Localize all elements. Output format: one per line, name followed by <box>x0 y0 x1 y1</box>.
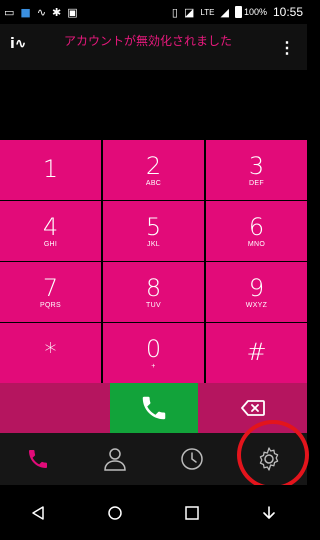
key-digit: 9 <box>248 273 265 302</box>
recents-button[interactable] <box>167 493 217 533</box>
key-9[interactable]: 9 WXYZ <box>206 262 307 322</box>
key-digit: 0 <box>145 334 162 363</box>
key-digit: 4 <box>42 212 59 241</box>
app-logo: i∿ <box>10 36 27 52</box>
phone-icon <box>142 396 166 420</box>
key-digit: 1 <box>42 155 59 183</box>
download-icon <box>262 505 275 519</box>
person-icon <box>104 448 126 471</box>
home-button[interactable] <box>90 493 140 533</box>
key-0[interactable]: 0 + <box>103 323 204 383</box>
key-digit: 2 <box>145 151 162 180</box>
number-display[interactable] <box>0 70 307 140</box>
key-4[interactable]: 4 GHI <box>0 201 101 261</box>
nfc-icon: ◪ <box>183 5 195 19</box>
status-right: ▯ ◪ LTE ◢ 100% 10:55 <box>172 5 303 19</box>
key-5[interactable]: 5 JKL <box>103 201 204 261</box>
sim-icon: ▭ <box>4 5 15 19</box>
recents-icon <box>185 505 199 520</box>
overflow-menu-icon[interactable]: ⋮ <box>279 38 295 58</box>
signal-icon: ◢ <box>220 5 229 19</box>
key-8[interactable]: 8 TUV <box>103 262 204 322</box>
status-bar: ▭ ■ ∿ ✱ ▣ ▯ ◪ LTE ◢ 100% 10:55 <box>0 0 307 24</box>
key-letters: GHI <box>43 240 58 248</box>
status-left: ▭ ■ ∿ ✱ ▣ <box>4 7 78 18</box>
home-icon <box>108 505 122 520</box>
key-hash[interactable]: # <box>206 323 307 383</box>
android-icon: ✱ <box>52 5 62 19</box>
battery-percent: 100% <box>243 7 267 17</box>
tab-dialer[interactable] <box>8 433 68 485</box>
back-icon <box>32 505 45 520</box>
key-letters: WXYZ <box>245 301 268 309</box>
battery-icon <box>234 6 242 18</box>
call-button[interactable] <box>110 383 198 433</box>
action-spacer <box>0 383 110 433</box>
back-button[interactable] <box>13 493 63 533</box>
notification-icon: ■ <box>20 5 31 19</box>
vibrate-icon: ▯ <box>171 5 178 19</box>
key-digit: 3 <box>248 151 265 180</box>
backspace-icon <box>240 400 265 416</box>
highlight-circle <box>237 420 309 490</box>
key-letters: ABC <box>145 179 162 187</box>
system-nav-bar <box>0 485 307 540</box>
key-letters: PQRS <box>39 301 62 309</box>
dial-keypad: 1 2 ABC 3 DEF 4 GHI 5 JKL 6 MNO 7 PQRS 8… <box>0 140 307 383</box>
key-letters: DEF <box>249 179 264 187</box>
key-digit: 5 <box>145 212 162 241</box>
clock-time: 10:55 <box>272 5 303 19</box>
account-status-message: アカウントが無効化されました <box>64 34 233 48</box>
key-star[interactable]: * <box>0 323 101 383</box>
key-letters: JKL <box>147 240 160 248</box>
key-letters: TUV <box>146 301 161 309</box>
key-digit: 8 <box>145 273 162 302</box>
key-digit: 6 <box>248 212 265 241</box>
clock-icon <box>181 448 203 470</box>
key-letters: + <box>151 362 156 370</box>
app-logo-icon: ∿ <box>36 5 47 19</box>
key-1[interactable]: 1 <box>0 140 101 200</box>
app-header: i∿ アカウントが無効化されました ⋮ <box>0 24 307 70</box>
key-digit: * <box>44 338 57 366</box>
key-2[interactable]: 2 ABC <box>103 140 204 200</box>
key-6[interactable]: 6 MNO <box>206 201 307 261</box>
download-button[interactable] <box>244 493 294 533</box>
photo-icon: ▣ <box>67 5 78 19</box>
key-digit: 7 <box>42 273 59 302</box>
tab-contacts[interactable] <box>85 433 145 485</box>
key-letters: MNO <box>247 240 266 248</box>
key-7[interactable]: 7 PQRS <box>0 262 101 322</box>
key-3[interactable]: 3 DEF <box>206 140 307 200</box>
key-digit: # <box>246 338 267 366</box>
lte-label: LTE <box>200 7 215 17</box>
tab-history[interactable] <box>162 433 222 485</box>
phone-icon <box>29 450 48 468</box>
